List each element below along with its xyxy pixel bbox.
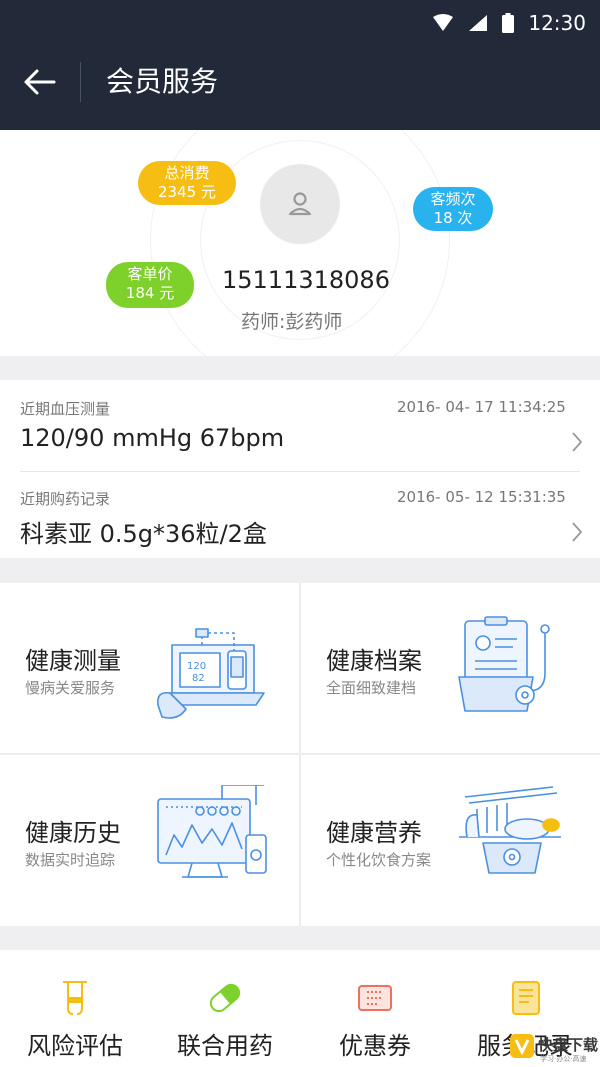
unit-price-badge: 客单价 184 元 [106,262,194,308]
service-subtitle: 全面细致建档 [326,679,417,697]
clock: 12:30 [528,11,586,35]
chevron-right-icon [572,522,583,542]
recent-records: 近期血压测量 2016- 04- 17 11:34:25 120/90 mmHg… [0,380,600,558]
service-subtitle: 慢病关爱服务 [25,679,116,697]
bp-screen-diastolic: 82 [192,673,205,684]
app-bar: 会员服务 [0,44,600,120]
battery-icon [502,13,515,33]
cell-signal-icon [469,15,488,31]
notebook-icon [512,981,540,1015]
status-bar: 12:30 [432,8,586,38]
record-label: 近期血压测量 [20,400,111,418]
unit-price-value: 184 元 [125,284,175,302]
member-phone: 15111318086 [222,266,390,294]
record-time: 2016- 04- 17 11:34:25 [397,398,566,416]
bp-screen-systolic: 120 [187,661,206,672]
service-title: 健康档案 [326,647,422,675]
history-chart-illustration [157,785,267,878]
capsule-icon [209,983,241,1013]
tool-combined-medication[interactable]: 联合用药 [150,950,300,1067]
watermark-text: 快盘下载 [538,1036,598,1054]
tool-coupon[interactable]: 优惠券 [300,950,450,1067]
bp-monitor-illustration: 120 82 [156,628,265,719]
record-purchase[interactable]: 近期购药记录 2016- 05- 12 15:31:35 科素亚 0.5g*36… [0,470,600,559]
service-title: 健康测量 [25,647,121,675]
chevron-right-icon [572,432,583,452]
service-title: 健康历史 [25,819,121,847]
wifi-icon [433,14,454,31]
page-title: 会员服务 [106,65,219,98]
header-divider [80,62,81,102]
site-watermark-logo: 快盘下载 学习·办公·高速 [510,1034,598,1063]
record-value: 120/90 mmHg 67bpm [20,424,285,452]
record-value: 科素亚 0.5g*36粒/2盒 [20,520,267,548]
record-time: 2016- 05- 12 15:31:35 [397,488,566,506]
visit-frequency-value: 18 次 [433,209,473,227]
record-blood-pressure[interactable]: 近期血压测量 2016- 04- 17 11:34:25 120/90 mmHg… [0,380,600,469]
record-label: 近期购药记录 [20,490,111,508]
service-health-record[interactable]: 健康档案 全面细致建档 [301,583,600,754]
app-header: 12:30 会员服务 [0,0,600,130]
nutrition-scale-illustration [459,786,561,874]
watermark-subtext: 学习·办公·高速 [540,1054,586,1063]
total-spend-value: 2345 元 [158,183,216,201]
total-spend-badge: 总消费 2345 元 [138,161,236,205]
total-spend-label: 总消费 [164,164,210,182]
unit-price-label: 客单价 [127,265,173,283]
member-card: 总消费 2345 元 客频次 18 次 客单价 184 元 1511131808… [0,130,600,356]
service-title: 健康营养 [326,819,422,847]
tool-label: 联合用药 [177,1032,273,1060]
service-grid: 健康测量 慢病关爱服务 120 82 健康档案 全面细致建档 健康历史 数据实时… [0,583,600,926]
tool-risk-assessment[interactable]: 风险评估 [0,950,150,1067]
service-subtitle: 数据实时追踪 [25,851,116,869]
service-health-nutrition[interactable]: 健康营养 个性化饮食方案 [301,755,600,926]
visit-frequency-badge: 客频次 18 次 [413,187,493,231]
service-health-history[interactable]: 健康历史 数据实时追踪 [0,755,299,926]
service-health-measure[interactable]: 健康测量 慢病关爱服务 120 82 [0,583,299,754]
avatar[interactable] [260,164,340,244]
pharmacist-name: 药师:彭药师 [241,311,343,333]
service-subtitle: 个性化饮食方案 [326,851,432,869]
back-arrow-icon[interactable] [20,62,60,102]
health-record-illustration [458,616,550,712]
visit-frequency-label: 客频次 [430,190,476,208]
tool-label: 风险评估 [27,1032,123,1060]
test-tube-icon [63,981,87,1015]
tool-label: 优惠券 [339,1032,411,1060]
user-icon [288,192,312,216]
coupon-icon [358,985,392,1011]
